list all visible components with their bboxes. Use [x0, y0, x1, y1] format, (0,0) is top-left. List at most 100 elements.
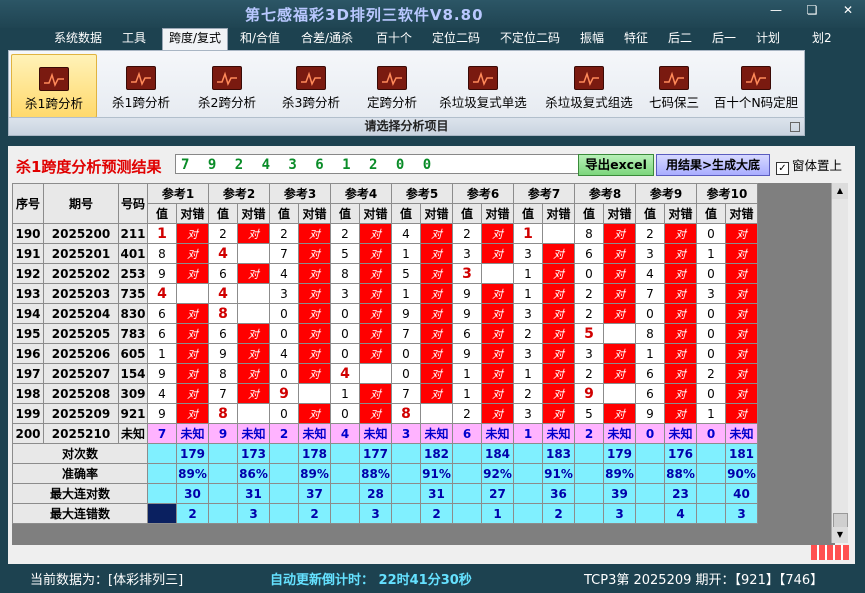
summary-spacer: [147, 443, 177, 464]
summary-value: 4: [664, 503, 697, 524]
value-cell: 5: [330, 243, 360, 264]
header-period: 期号: [43, 183, 119, 224]
close-icon[interactable]: ✕: [841, 3, 855, 17]
result-cell: 对: [420, 383, 453, 404]
menu-item[interactable]: 振幅: [580, 29, 604, 48]
summary-value: 31: [420, 483, 453, 504]
result-cell: 对: [176, 243, 209, 264]
result-cell: 对: [603, 403, 636, 424]
period-cell: 2025201: [43, 243, 119, 264]
value-cell: 1: [513, 223, 543, 244]
summary-label: 最大连错数: [12, 503, 148, 524]
result-cell: 对: [542, 303, 575, 324]
result-cell: 对: [725, 223, 758, 244]
menu-item[interactable]: 系统数据: [54, 29, 102, 48]
value-cell: 0: [696, 383, 726, 404]
chart-icon: [468, 66, 498, 90]
result-cell: 对: [664, 383, 697, 404]
result-cell: 对: [481, 363, 514, 384]
ribbon-button[interactable]: 百十个N码定胆: [709, 54, 803, 116]
result-cell: 对: [542, 263, 575, 284]
value-cell: 0: [696, 263, 726, 284]
status-bar: 当前数据为：[体彩排列三] 自动更新倒计时： 22时41分30秒 TCP3第 2…: [0, 566, 865, 593]
summary-value: 37: [298, 483, 331, 504]
menu-item[interactable]: 和/合值: [240, 29, 280, 48]
summary-spacer: [269, 463, 299, 484]
menu-item[interactable]: 后一: [712, 29, 736, 48]
result-cell: 对: [176, 343, 209, 364]
summary-spacer: [513, 483, 543, 504]
ribbon-button[interactable]: 七码保三: [641, 54, 707, 116]
menu-item[interactable]: 后二: [668, 29, 692, 48]
predict-result-cell: 未知: [725, 423, 758, 444]
dialog-launcher-icon[interactable]: [790, 122, 800, 132]
checkbox-check-icon[interactable]: ✓: [776, 162, 789, 175]
table-row: 193 2025203 735 4 4 3 对 3 对 1 对 9 对 1 对 2 对 7 对 3 对: [12, 283, 758, 304]
summary-spacer: [330, 503, 360, 524]
ribbon-button-label: 定跨分析: [366, 95, 417, 110]
result-cell: 对: [481, 323, 514, 344]
result-cell: 对: [603, 363, 636, 384]
result-cell: 对: [237, 223, 270, 244]
value-cell: 0: [391, 343, 421, 364]
seq-cell: 194: [12, 303, 44, 324]
ribbon-button[interactable]: 杀1跨分析: [11, 54, 97, 118]
restore-icon[interactable]: ❏: [805, 3, 819, 17]
summary-spacer: [696, 503, 726, 524]
header-result: 对错: [298, 203, 331, 224]
summary-spacer: [391, 443, 421, 464]
menu-item[interactable]: 计划: [756, 29, 780, 48]
result-cell: 对: [603, 343, 636, 364]
value-cell: 7: [269, 243, 299, 264]
summary-value: 23: [664, 483, 697, 504]
window-title: 第七感福彩3D排列三软件V8.80: [245, 6, 484, 24]
ribbon-button[interactable]: 定跨分析: [357, 54, 427, 116]
value-cell: 1: [330, 383, 360, 404]
value-cell: 5: [391, 263, 421, 284]
menu-item[interactable]: 划2: [812, 29, 832, 48]
summary-label: 对次数: [12, 443, 148, 464]
scroll-up-icon[interactable]: ▲: [832, 183, 848, 199]
result-cell: 对: [664, 223, 697, 244]
value-cell: 3: [574, 343, 604, 364]
ribbon-button[interactable]: 杀1跨分析: [101, 54, 181, 116]
ribbon-button[interactable]: 杀垃圾复式单选: [431, 54, 535, 116]
result-cell: 对: [237, 383, 270, 404]
ribbon-button[interactable]: 杀2跨分析: [187, 54, 267, 116]
scroll-down-icon[interactable]: ▼: [832, 527, 848, 543]
result-field[interactable]: 7 9 2 4 3 6 1 2 0 0: [175, 154, 580, 174]
menu-item[interactable]: 百十个: [376, 29, 412, 48]
result-cell: 对: [176, 263, 209, 284]
result-cell: 对: [664, 363, 697, 384]
menu-item[interactable]: 不定位二码: [500, 29, 560, 48]
value-cell: 4: [147, 383, 177, 404]
result-cell: [542, 223, 575, 244]
value-cell: 9: [391, 303, 421, 324]
ribbon-button[interactable]: 杀垃圾复式组选: [537, 54, 641, 116]
menu-item[interactable]: 工具: [122, 29, 146, 48]
result-cell: 对: [298, 283, 331, 304]
vertical-scrollbar[interactable]: ▲ ▼: [831, 183, 848, 543]
export-excel-button[interactable]: 导出excel: [578, 154, 654, 176]
result-cell: 对: [603, 283, 636, 304]
menu-item[interactable]: 跨度/复式: [162, 28, 229, 50]
period-cell: 2025207: [43, 363, 119, 384]
result-cell: 对: [725, 263, 758, 284]
header-ref: 参考8: [574, 183, 636, 204]
summary-spacer: [513, 463, 543, 484]
summary-value: 182: [420, 443, 453, 464]
result-cell: 对: [176, 323, 209, 344]
menu-item[interactable]: 特征: [624, 29, 648, 48]
generate-base-button[interactable]: 用结果>生成大底: [656, 154, 770, 176]
menu-item[interactable]: 合差/通杀: [301, 29, 353, 48]
result-cell: [481, 263, 514, 284]
current-data-label: 当前数据为：[体彩排列三]: [30, 573, 184, 588]
period-cell: 2025200: [43, 223, 119, 244]
header-ref: 参考7: [513, 183, 575, 204]
minimize-icon[interactable]: —: [769, 3, 783, 17]
stay-on-top-checkbox[interactable]: ✓ 窗体置上: [776, 155, 842, 175]
ribbon-button[interactable]: 杀3跨分析: [271, 54, 351, 116]
header-result: 对错: [359, 203, 392, 224]
summary-value: 184: [481, 443, 514, 464]
menu-item[interactable]: 定位二码: [432, 29, 480, 48]
